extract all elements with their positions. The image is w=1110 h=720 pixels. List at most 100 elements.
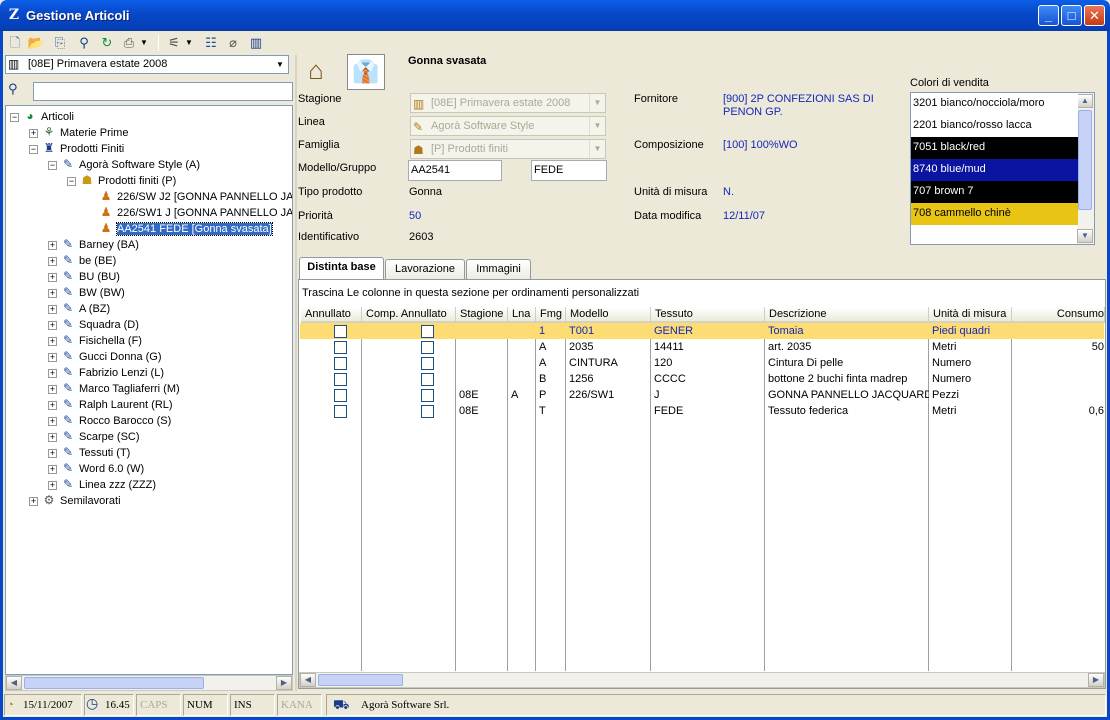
- expand-icon[interactable]: +: [29, 496, 38, 506]
- collapse-icon[interactable]: −: [67, 176, 76, 186]
- comp-annullato-checkbox[interactable]: [421, 357, 434, 370]
- filter-icon[interactable]: ⚟: [165, 34, 183, 52]
- tree-node[interactable]: + ✎ Tessuti (T): [48, 444, 130, 460]
- book-icon[interactable]: ▥: [247, 34, 265, 52]
- tree-node[interactable]: + ✎ Barney (BA): [48, 236, 139, 252]
- title-bar[interactable]: Z Gestione Articoli _ □ ✕: [0, 0, 1110, 31]
- comp-annullato-checkbox[interactable]: [421, 373, 434, 386]
- expand-icon[interactable]: +: [48, 416, 57, 426]
- scroll-right-icon[interactable]: ▶: [1088, 673, 1104, 687]
- tree-node[interactable]: ♟ AA2541 FEDE [Gonna svasata]: [86, 220, 273, 236]
- tree-node[interactable]: − ◕ Articoli: [10, 108, 74, 124]
- color-item[interactable]: 7051 black/red: [911, 137, 1078, 159]
- expand-icon[interactable]: +: [48, 368, 57, 378]
- comp-annullato-checkbox[interactable]: [421, 389, 434, 402]
- minimize-button[interactable]: _: [1038, 5, 1059, 26]
- paperclip-icon[interactable]: ⌀: [224, 34, 242, 52]
- column-header[interactable]: Tessuto: [651, 307, 765, 323]
- tree-view-icon[interactable]: ☷: [202, 34, 220, 52]
- tree-node[interactable]: + ✎ Word 6.0 (W): [48, 460, 144, 476]
- tree-node[interactable]: − ☗ Prodotti finiti (P): [67, 172, 176, 188]
- tree-node[interactable]: + ✎ Squadra (D): [48, 316, 139, 332]
- maximize-button[interactable]: □: [1061, 5, 1082, 26]
- column-header[interactable]: Unità di misura: [929, 307, 1012, 323]
- expand-icon[interactable]: +: [48, 320, 57, 330]
- column-header[interactable]: Fmg: [536, 307, 566, 323]
- season-combo[interactable]: ▥ [08E] Primavera estate 2008 ▼: [5, 55, 289, 74]
- color-item[interactable]: 2201 bianco/rosso lacca: [911, 115, 1078, 137]
- fornitore-link[interactable]: [900] 2P CONFEZIONI SAS DI PENON GP.: [723, 93, 907, 119]
- tree-node[interactable]: + ✎ Ralph Laurent (RL): [48, 396, 173, 412]
- tab-distinta-base[interactable]: Distinta base: [299, 257, 384, 280]
- annullato-checkbox[interactable]: [334, 373, 347, 386]
- composizione-link[interactable]: [100] 100%WO: [723, 139, 798, 151]
- tree-node[interactable]: + ✎ Scarpe (SC): [48, 428, 140, 444]
- search-input[interactable]: [33, 82, 293, 101]
- annullato-checkbox[interactable]: [334, 325, 347, 338]
- collapse-icon[interactable]: −: [48, 160, 57, 170]
- expand-icon[interactable]: +: [48, 336, 57, 346]
- gruppo-input[interactable]: FEDE: [531, 160, 607, 181]
- tree-node[interactable]: + ✎ Gucci Donna (G): [48, 348, 162, 364]
- scroll-left-icon[interactable]: ◀: [6, 676, 22, 690]
- column-header[interactable]: Lna: [508, 307, 536, 323]
- expand-icon[interactable]: +: [48, 288, 57, 298]
- tree-node[interactable]: + ⚙ Semilavorati: [29, 492, 121, 508]
- tree-node[interactable]: + ✎ Fisichella (F): [48, 332, 142, 348]
- tree-node[interactable]: + ✎ Rocco Barocco (S): [48, 412, 171, 428]
- tree-node[interactable]: ♟ 226/SW J2 [GONNA PANNELLO JACQUARD]: [86, 188, 292, 204]
- colori-list[interactable]: ▲ ▼ 3201 bianco/nocciola/moro 2201 bianco…: [910, 92, 1095, 245]
- tree-node[interactable]: + ⚘ Materie Prime: [29, 124, 128, 140]
- modello-input[interactable]: AA2541: [408, 160, 502, 181]
- scroll-right-icon[interactable]: ▶: [276, 676, 292, 690]
- annullato-checkbox[interactable]: [334, 405, 347, 418]
- expand-icon[interactable]: +: [48, 384, 57, 394]
- print-dropdown-icon[interactable]: ▼: [139, 34, 149, 52]
- collapse-icon[interactable]: −: [10, 112, 19, 122]
- column-header[interactable]: Stagione: [456, 307, 508, 323]
- expand-icon[interactable]: +: [48, 480, 57, 490]
- column-header[interactable]: Modello: [566, 307, 651, 323]
- tree-node[interactable]: + ✎ Fabrizio Lenzi (L): [48, 364, 164, 380]
- scroll-thumb[interactable]: [1078, 110, 1092, 210]
- column-header[interactable]: Descrizione: [765, 307, 929, 323]
- tree-node[interactable]: + ✎ Linea zzz (ZZZ): [48, 476, 156, 492]
- tree-node[interactable]: + ✎ be (BE): [48, 252, 116, 268]
- tree-node[interactable]: ♟ 226/SW1 J [GONNA PANNELLO JACQUARD]: [86, 204, 292, 220]
- group-by-area[interactable]: Trascina Le colonne in questa sezione pe…: [300, 284, 1104, 306]
- color-item[interactable]: 8740 blue/mud: [911, 159, 1078, 181]
- grid-horizontal-scrollbar[interactable]: ◀ ▶: [299, 672, 1105, 688]
- tree-node[interactable]: + ✎ BU (BU): [48, 268, 120, 284]
- refresh-icon[interactable]: ↻: [98, 34, 116, 52]
- comp-annullato-checkbox[interactable]: [421, 341, 434, 354]
- tree-node[interactable]: − ♜ Prodotti Finiti: [29, 140, 124, 156]
- panel-splitter[interactable]: [295, 55, 297, 691]
- scroll-thumb[interactable]: [24, 677, 204, 689]
- tree-node[interactable]: + ✎ Marco Tagliaferri (M): [48, 380, 180, 396]
- color-item[interactable]: 3201 bianco/nocciola/moro: [911, 93, 1078, 115]
- chevron-down-icon[interactable]: ▼: [272, 56, 288, 73]
- expand-icon[interactable]: +: [48, 464, 57, 474]
- binoculars-icon[interactable]: ⚲: [75, 34, 93, 52]
- expand-icon[interactable]: +: [48, 272, 57, 282]
- new-document-icon[interactable]: 🗋: [6, 34, 24, 52]
- collapse-icon[interactable]: −: [29, 144, 38, 154]
- annullato-checkbox[interactable]: [334, 341, 347, 354]
- tree-node[interactable]: − ✎ Agorà Software Style (A): [48, 156, 200, 172]
- expand-icon[interactable]: +: [48, 448, 57, 458]
- tree-node[interactable]: + ✎ BW (BW): [48, 284, 125, 300]
- color-item[interactable]: 707 brown 7: [911, 181, 1078, 203]
- expand-icon[interactable]: +: [48, 304, 57, 314]
- expand-icon[interactable]: +: [48, 400, 57, 410]
- tree-horizontal-scrollbar[interactable]: ◀ ▶: [5, 675, 293, 691]
- expand-icon[interactable]: +: [48, 352, 57, 362]
- expand-icon[interactable]: +: [48, 432, 57, 442]
- app-icon[interactable]: Z: [6, 7, 22, 23]
- article-tree[interactable]: − ◕ Articoli + ⚘ Materie Prime − ♜ Prodotti Fini…: [5, 105, 293, 675]
- color-item[interactable]: 708 cammello chinè: [911, 203, 1078, 225]
- binoculars-icon[interactable]: ⚲: [8, 81, 18, 97]
- filter-dropdown-icon[interactable]: ▼: [184, 34, 194, 52]
- scroll-up-icon[interactable]: ▲: [1077, 94, 1093, 108]
- close-button[interactable]: ✕: [1084, 5, 1105, 26]
- annullato-checkbox[interactable]: [334, 389, 347, 402]
